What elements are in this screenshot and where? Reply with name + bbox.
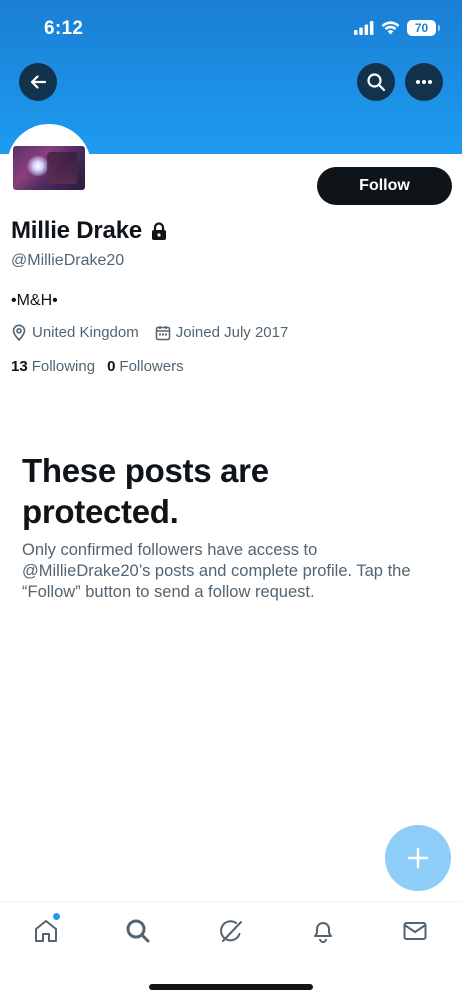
tab-search[interactable] [123, 916, 153, 946]
home-icon [35, 920, 57, 942]
bottom-tab-bar [0, 901, 462, 1000]
avatar-image [13, 146, 85, 190]
avatar[interactable] [7, 124, 91, 208]
tab-messages[interactable] [400, 916, 430, 946]
display-name: Millie Drake [11, 217, 142, 244]
followers-label: Followers [119, 358, 184, 375]
location-item: United Kingdom [11, 324, 139, 341]
search-icon [126, 919, 150, 943]
location-pin-icon [12, 324, 26, 341]
grok-icon [220, 920, 242, 942]
status-icons: 70 [354, 20, 440, 36]
bell-icon [314, 922, 332, 943]
search-button[interactable] [357, 63, 395, 101]
search-icon [367, 73, 386, 92]
tab-home[interactable] [31, 916, 61, 946]
protected-title: These posts are protected. [22, 452, 269, 530]
profile-meta: United Kingdom Joined July 2017 [11, 324, 304, 341]
tab-notifications[interactable] [308, 916, 338, 946]
following-link[interactable]: 13 Following [11, 358, 95, 375]
followers-link[interactable]: 0 Followers [107, 358, 184, 375]
status-time: 6:12 [44, 18, 84, 39]
calendar-icon [155, 325, 170, 340]
name-row: Millie Drake [11, 217, 167, 245]
more-icon [416, 80, 432, 84]
bio: •M&H• [11, 292, 58, 309]
tab-grok[interactable] [216, 916, 246, 946]
battery-indicator: 70 [407, 20, 440, 36]
handle: @MillieDrake20 [11, 252, 125, 269]
followers-count: 0 [107, 358, 116, 375]
following-count: 13 [11, 358, 28, 375]
home-indicator [149, 984, 313, 990]
wifi-icon [381, 21, 400, 35]
home-notification-dot [53, 913, 60, 920]
mail-icon [403, 922, 427, 940]
protected-text: Only confirmed followers have access to … [22, 541, 411, 601]
compose-button[interactable] [385, 825, 451, 891]
battery-level: 70 [414, 21, 429, 35]
follow-stats: 13 Following 0 Followers [11, 358, 196, 375]
plus-icon [407, 847, 429, 869]
follow-button[interactable]: Follow [317, 167, 452, 205]
back-arrow-icon [30, 75, 47, 89]
cellular-signal-icon [354, 21, 374, 35]
lock-icon [152, 221, 166, 240]
location-text: United Kingdom [32, 324, 139, 341]
back-button[interactable] [19, 63, 57, 101]
following-label: Following [31, 358, 96, 375]
status-bar: 6:12 70 [0, 0, 462, 60]
more-button[interactable] [405, 63, 443, 101]
joined-item: Joined July 2017 [155, 324, 289, 341]
joined-text: Joined July 2017 [175, 324, 289, 341]
